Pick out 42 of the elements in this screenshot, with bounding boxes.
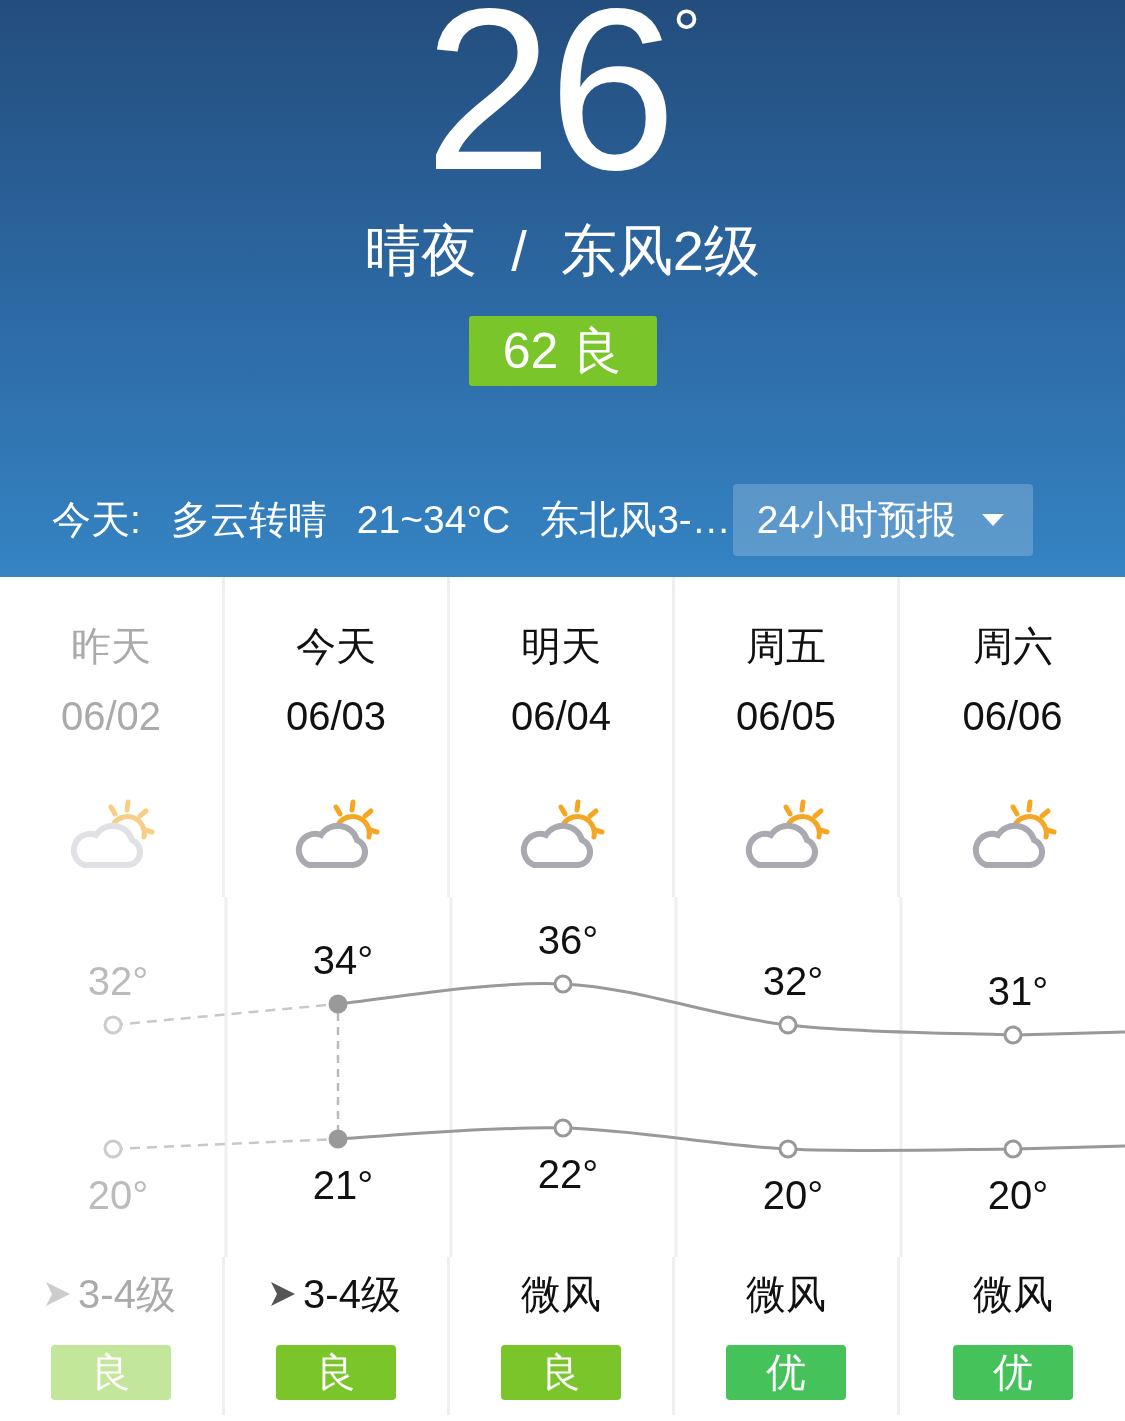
temperature-label: 21° [312,1163,374,1207]
day-date: 06/06 [962,693,1063,740]
separator: / [511,218,527,284]
today-range: 21~34°C [356,498,511,542]
temperature-label: 22° [537,1152,599,1196]
temperature-label: 32° [762,959,824,1003]
degree-sign: ° [672,0,701,70]
wind-text: 东风2级 [560,218,760,284]
caret-icon [982,514,1005,526]
temperature: 26 [424,0,673,180]
day-date: 06/02 [60,693,162,740]
temperature-label: 34° [312,938,374,982]
aqi-badge: 良 [276,1345,396,1400]
today-wind: 东北风3-… [540,497,731,543]
day-name: 昨天 [71,623,151,670]
aqi-badge: 良 [501,1345,621,1400]
today-weather: 多云转晴 [170,497,327,543]
day-date: 06/05 [735,693,837,740]
temperature-label: 20° [987,1173,1049,1217]
aqi-badge: 良 [51,1345,171,1400]
day-name: 今天 [296,623,376,670]
forecast-dropdown[interactable]: 24小时预报 [732,484,1033,556]
wind-level: 微风 [746,1271,826,1318]
wind-level: 3-4级 [303,1271,401,1318]
condition-text: 晴夜 [365,218,478,284]
day-date: 06/04 [510,693,612,740]
temperature-label: 36° [537,918,599,962]
day-date: 06/03 [285,693,387,740]
aqi-badge: 优 [726,1345,846,1400]
day-name: 周五 [746,623,826,670]
day-name: 周六 [972,623,1053,670]
aqi-badge: 优 [952,1345,1073,1400]
aqi-badge: 62 良 [468,316,657,386]
temperature-label: 20° [762,1173,824,1217]
temperature-label: 32° [87,959,149,1003]
today-label: 今天: [52,497,141,543]
temperature-label: 31° [987,969,1049,1013]
day-name: 明天 [521,623,601,670]
wind-level: 3-4级 [78,1271,176,1318]
temperature-label: 20° [87,1173,149,1217]
wind-level: 微风 [972,1271,1053,1318]
wind-level: 微风 [521,1271,601,1318]
